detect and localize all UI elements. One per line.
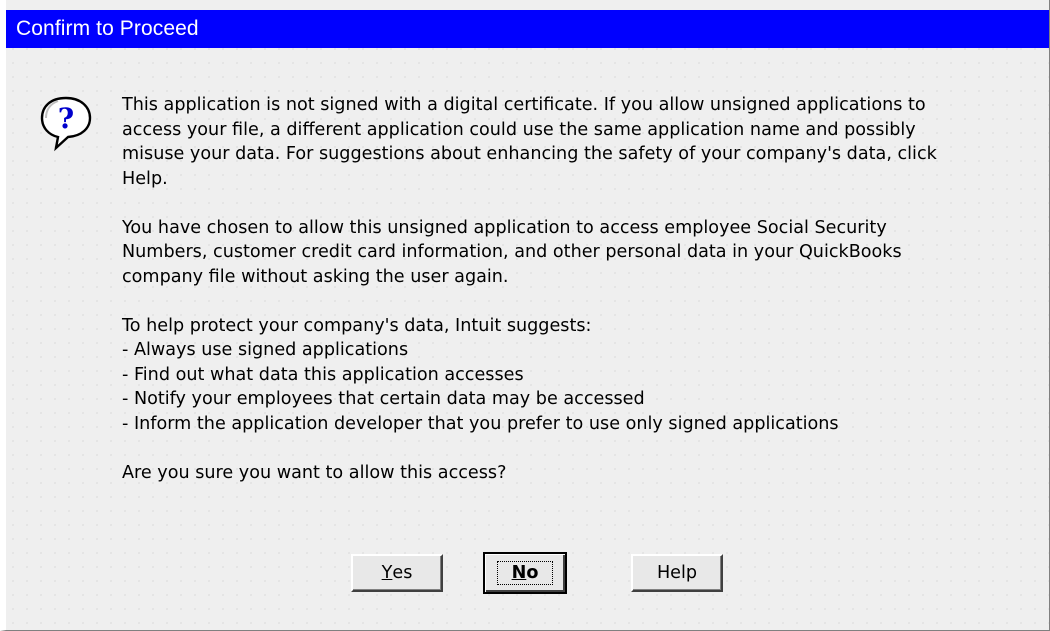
svg-text:?: ?	[58, 102, 74, 135]
message-line: Help.	[122, 168, 168, 189]
message-line: Numbers, customer credit card informatio…	[122, 242, 902, 262]
confirm-dialog: Confirm to Proceed ? This application is…	[0, 0, 1050, 631]
yes-label-rest: es	[392, 563, 413, 583]
question-balloon-icon: ?	[36, 92, 96, 152]
confirm-question: Are you sure you want to allow this acce…	[122, 462, 507, 483]
help-label: Help	[656, 563, 698, 583]
no-button[interactable]: No	[483, 552, 567, 594]
message-line: misuse your data. For suggestions about …	[122, 144, 937, 164]
yes-button[interactable]: Yes	[351, 554, 443, 592]
message-line: This application is not signed with a di…	[122, 95, 926, 115]
suggestion-item: - Always use signed applications	[122, 340, 409, 360]
message-line: company file without asking the user aga…	[122, 266, 509, 287]
title-bar[interactable]: Confirm to Proceed	[6, 10, 1049, 48]
message-line: access your file, a different applicatio…	[122, 119, 916, 140]
message-line: You have chosen to allow this unsigned a…	[122, 217, 887, 238]
yes-mnemonic: Y	[381, 563, 393, 583]
dialog-title: Confirm to Proceed	[16, 17, 199, 40]
suggestion-item: - Inform the application developer that …	[122, 413, 839, 434]
suggestions-heading: To help protect your company's data, Int…	[122, 315, 592, 336]
no-mnemonic: N	[511, 563, 527, 583]
help-button[interactable]: Help	[631, 554, 723, 592]
suggestion-item: - Find out what data this application ac…	[122, 364, 524, 385]
focus-rectangle: No	[496, 561, 554, 585]
message-body: This application is not signed with a di…	[122, 93, 1032, 485]
dialog-top-edge	[6, 0, 1049, 10]
suggestion-item: - Notify your employees that certain dat…	[122, 389, 645, 409]
no-label-rest: o	[526, 563, 539, 583]
